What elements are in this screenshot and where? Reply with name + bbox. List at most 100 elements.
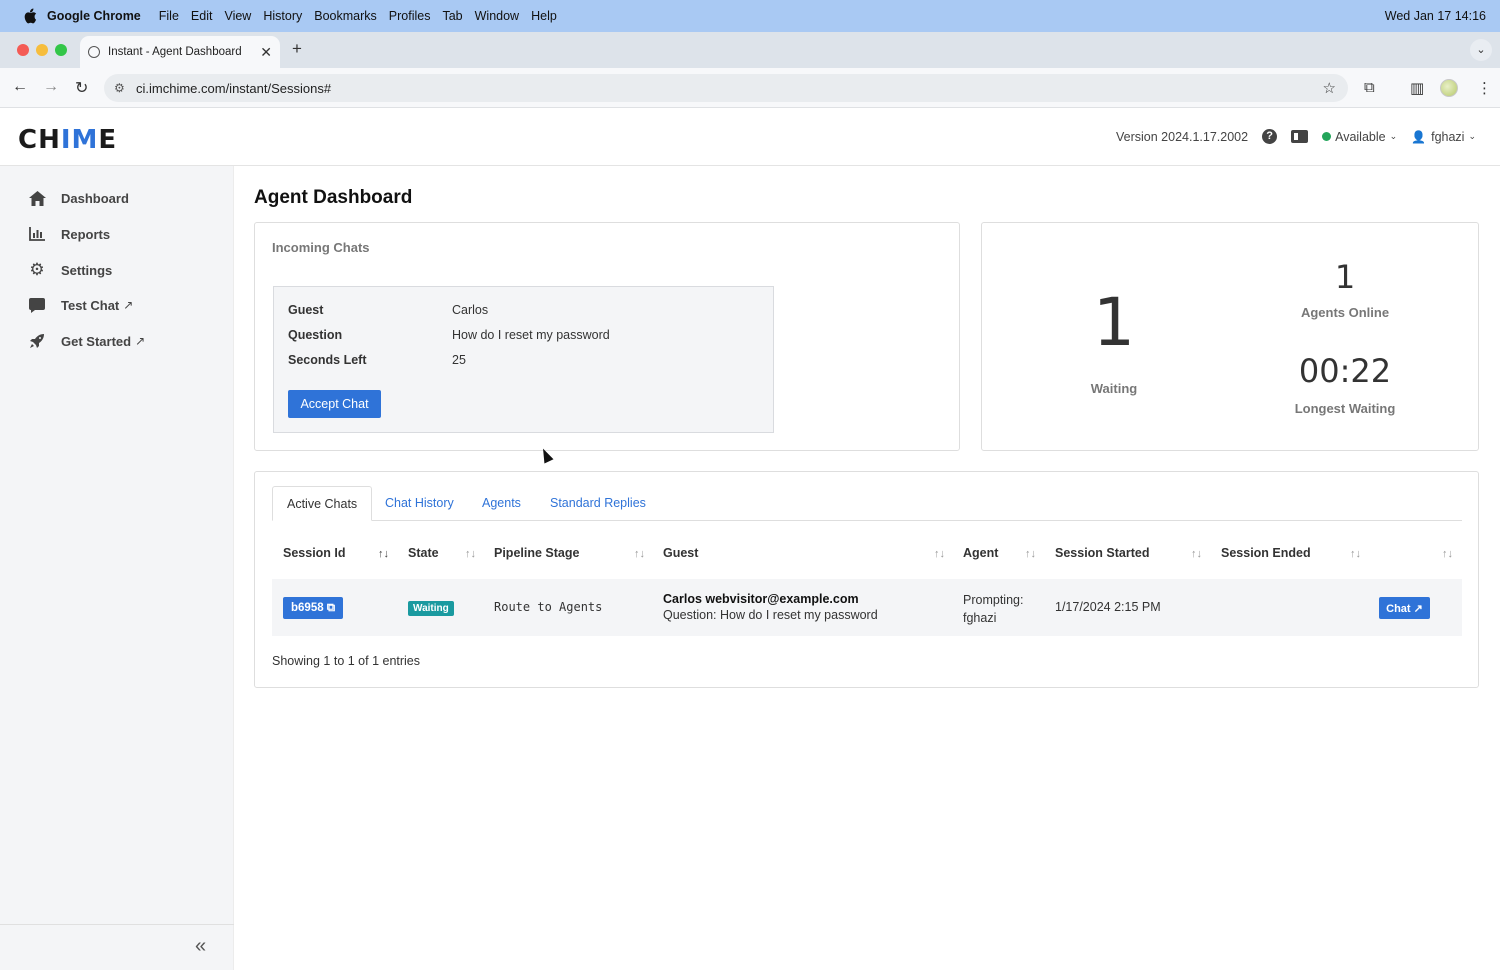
- col-agent[interactable]: Agent: [963, 546, 998, 560]
- guest-question-cell: Question: How do I reset my password: [663, 608, 878, 622]
- sidebar-divider: [0, 924, 234, 925]
- menu-view[interactable]: View: [224, 9, 251, 23]
- sessions-panel: Active Chats Chat History Agents Standar…: [254, 471, 1479, 688]
- sidebar-item-label: Settings: [61, 262, 113, 278]
- accept-chat-button[interactable]: Accept Chat: [288, 390, 381, 418]
- chevron-down-icon[interactable]: ⌄: [1468, 131, 1476, 142]
- col-session-id[interactable]: Session Id: [283, 546, 346, 560]
- col-session-started[interactable]: Session Started: [1055, 546, 1149, 560]
- pipeline-stage-cell: Route to Agents: [494, 600, 603, 614]
- page-title: Agent Dashboard: [254, 187, 413, 208]
- version-label: Version 2024.1.17.2002: [1116, 129, 1249, 144]
- forward-arrow-icon[interactable]: →: [43, 78, 59, 96]
- user-icon[interactable]: 👤: [1411, 130, 1426, 144]
- menu-app-name[interactable]: Google Chrome: [47, 9, 141, 23]
- bookmark-star-icon[interactable]: ☆: [1323, 79, 1336, 97]
- back-arrow-icon[interactable]: ←: [12, 78, 28, 96]
- reload-icon[interactable]: ↻: [75, 78, 88, 98]
- window-close-button[interactable]: [17, 44, 29, 56]
- table-header: Session Id ↑↓ State ↑↓ Pipeline Stage ↑↓…: [272, 546, 1462, 574]
- agent-cell: Prompting: fghazi: [963, 591, 1043, 627]
- question-row: Question How do I reset my password: [288, 328, 610, 342]
- seconds-left-row: Seconds Left 25: [288, 353, 466, 367]
- col-guest[interactable]: Guest: [663, 546, 698, 560]
- collapse-sidebar-icon[interactable]: «: [195, 935, 206, 958]
- window-minimize-button[interactable]: [36, 44, 48, 56]
- menu-bar-clock[interactable]: Wed Jan 17 14:16: [1385, 9, 1486, 23]
- col-pipeline-stage[interactable]: Pipeline Stage: [494, 546, 579, 560]
- menu-window[interactable]: Window: [475, 9, 519, 23]
- new-tab-icon[interactable]: +: [292, 39, 302, 59]
- sort-icon[interactable]: ↑↓: [465, 548, 476, 560]
- menu-history[interactable]: History: [263, 9, 302, 23]
- sidebar-item-label: Dashboard: [61, 190, 129, 206]
- address-url: ci.imchime.com/instant/Sessions#: [136, 80, 332, 96]
- chevron-down-icon[interactable]: ⌄: [1390, 131, 1398, 142]
- incoming-chats-panel: Incoming Chats Guest Carlos Question How d…: [254, 222, 960, 451]
- apple-icon[interactable]: [23, 8, 37, 24]
- sidebar-item-get-started[interactable]: Get Started ↗: [28, 332, 145, 350]
- menu-file[interactable]: File: [159, 9, 179, 23]
- side-panel-icon[interactable]: ▥: [1410, 79, 1424, 97]
- bar-chart-icon: [28, 225, 46, 243]
- sidebar-item-settings[interactable]: ⚙ Settings: [28, 260, 113, 279]
- menu-edit[interactable]: Edit: [191, 9, 213, 23]
- external-link-icon: ↗: [123, 298, 134, 312]
- tab-active-chats[interactable]: Active Chats: [272, 486, 373, 521]
- menu-bookmarks[interactable]: Bookmarks: [314, 9, 377, 23]
- id-card-icon[interactable]: [1291, 130, 1309, 143]
- profile-avatar-icon[interactable]: [1440, 79, 1458, 97]
- site-settings-icon[interactable]: ⚙: [114, 81, 128, 95]
- sidebar-item-test-chat[interactable]: Test Chat ↗: [28, 296, 133, 314]
- sort-icon[interactable]: ↑↓: [1442, 548, 1453, 560]
- window-zoom-button[interactable]: [55, 44, 67, 56]
- sort-icon[interactable]: ↑↓: [378, 548, 389, 560]
- seconds-left-value: 25: [452, 353, 466, 367]
- status-dropdown[interactable]: Available: [1335, 130, 1386, 144]
- help-question-icon[interactable]: ?: [1262, 129, 1278, 144]
- agent-name: fghazi: [963, 611, 997, 625]
- col-session-ended[interactable]: Session Ended: [1221, 546, 1311, 560]
- question-value: How do I reset my password: [452, 328, 610, 342]
- sort-icon[interactable]: ↑↓: [934, 548, 945, 560]
- tab-chat-history[interactable]: Chat History: [371, 486, 468, 521]
- sort-icon[interactable]: ↑↓: [1350, 548, 1361, 560]
- longest-waiting-label: Longest Waiting: [1294, 401, 1396, 416]
- chat-button[interactable]: Chat ↗: [1379, 597, 1430, 619]
- tab-agents[interactable]: Agents: [468, 486, 535, 521]
- guest-value: Carlos: [452, 303, 489, 317]
- session-id-link[interactable]: b6958 ⧉: [283, 597, 344, 619]
- menu-profiles[interactable]: Profiles: [389, 9, 431, 23]
- session-started-cell: 1/17/2024 2:15 PM: [1055, 600, 1161, 614]
- sidebar-item-reports[interactable]: Reports: [28, 225, 110, 243]
- external-link-icon: ⧉: [326, 602, 336, 614]
- browser-tab-active[interactable]: Instant - Agent Dashboard ✕: [80, 36, 280, 68]
- address-bar[interactable]: ⚙ ci.imchime.com/instant/Sessions# ☆: [104, 74, 1348, 102]
- user-dropdown[interactable]: fghazi: [1431, 130, 1464, 144]
- state-badge: Waiting: [408, 601, 454, 616]
- close-tab-icon[interactable]: ✕: [260, 44, 272, 61]
- waiting-count: 1: [1093, 284, 1135, 361]
- browser-toolbar: ← → ↻ ⚙ ci.imchime.com/instant/Sessions#…: [0, 68, 1500, 108]
- chime-logo[interactable]: CHIME: [18, 125, 117, 155]
- menu-help[interactable]: Help: [531, 9, 557, 23]
- sort-icon[interactable]: ↑↓: [1191, 548, 1202, 560]
- table-info: Showing 1 to 1 of 1 entries: [272, 654, 421, 668]
- extensions-puzzle-icon[interactable]: ⧉: [1364, 79, 1375, 96]
- sidebar-item-dashboard[interactable]: Dashboard: [28, 189, 129, 207]
- longest-waiting-time: 00:22: [1298, 352, 1392, 390]
- tab-standard-replies[interactable]: Standard Replies: [536, 486, 660, 521]
- agents-online-label: Agents Online: [1300, 305, 1390, 320]
- tab-search-chevron-icon[interactable]: ⌄: [1470, 39, 1492, 61]
- sort-icon[interactable]: ↑↓: [634, 548, 645, 560]
- sidebar: Dashboard Reports ⚙ Settings Test Chat ↗…: [0, 166, 234, 970]
- table-row: b6958 ⧉ Waiting Route to Agents Carlos w…: [272, 579, 1462, 636]
- status-dot-icon: [1322, 132, 1332, 141]
- col-state[interactable]: State: [408, 546, 439, 560]
- kebab-menu-icon[interactable]: ⋮: [1477, 79, 1492, 97]
- app-header: CHIME Version 2024.1.17.2002 ? Available…: [0, 108, 1500, 166]
- menu-tab[interactable]: Tab: [442, 9, 462, 23]
- sort-icon[interactable]: ↑↓: [1025, 548, 1036, 560]
- macos-menu-bar: Google Chrome File Edit View History Boo…: [0, 0, 1500, 32]
- gear-icon: ⚙: [29, 260, 45, 279]
